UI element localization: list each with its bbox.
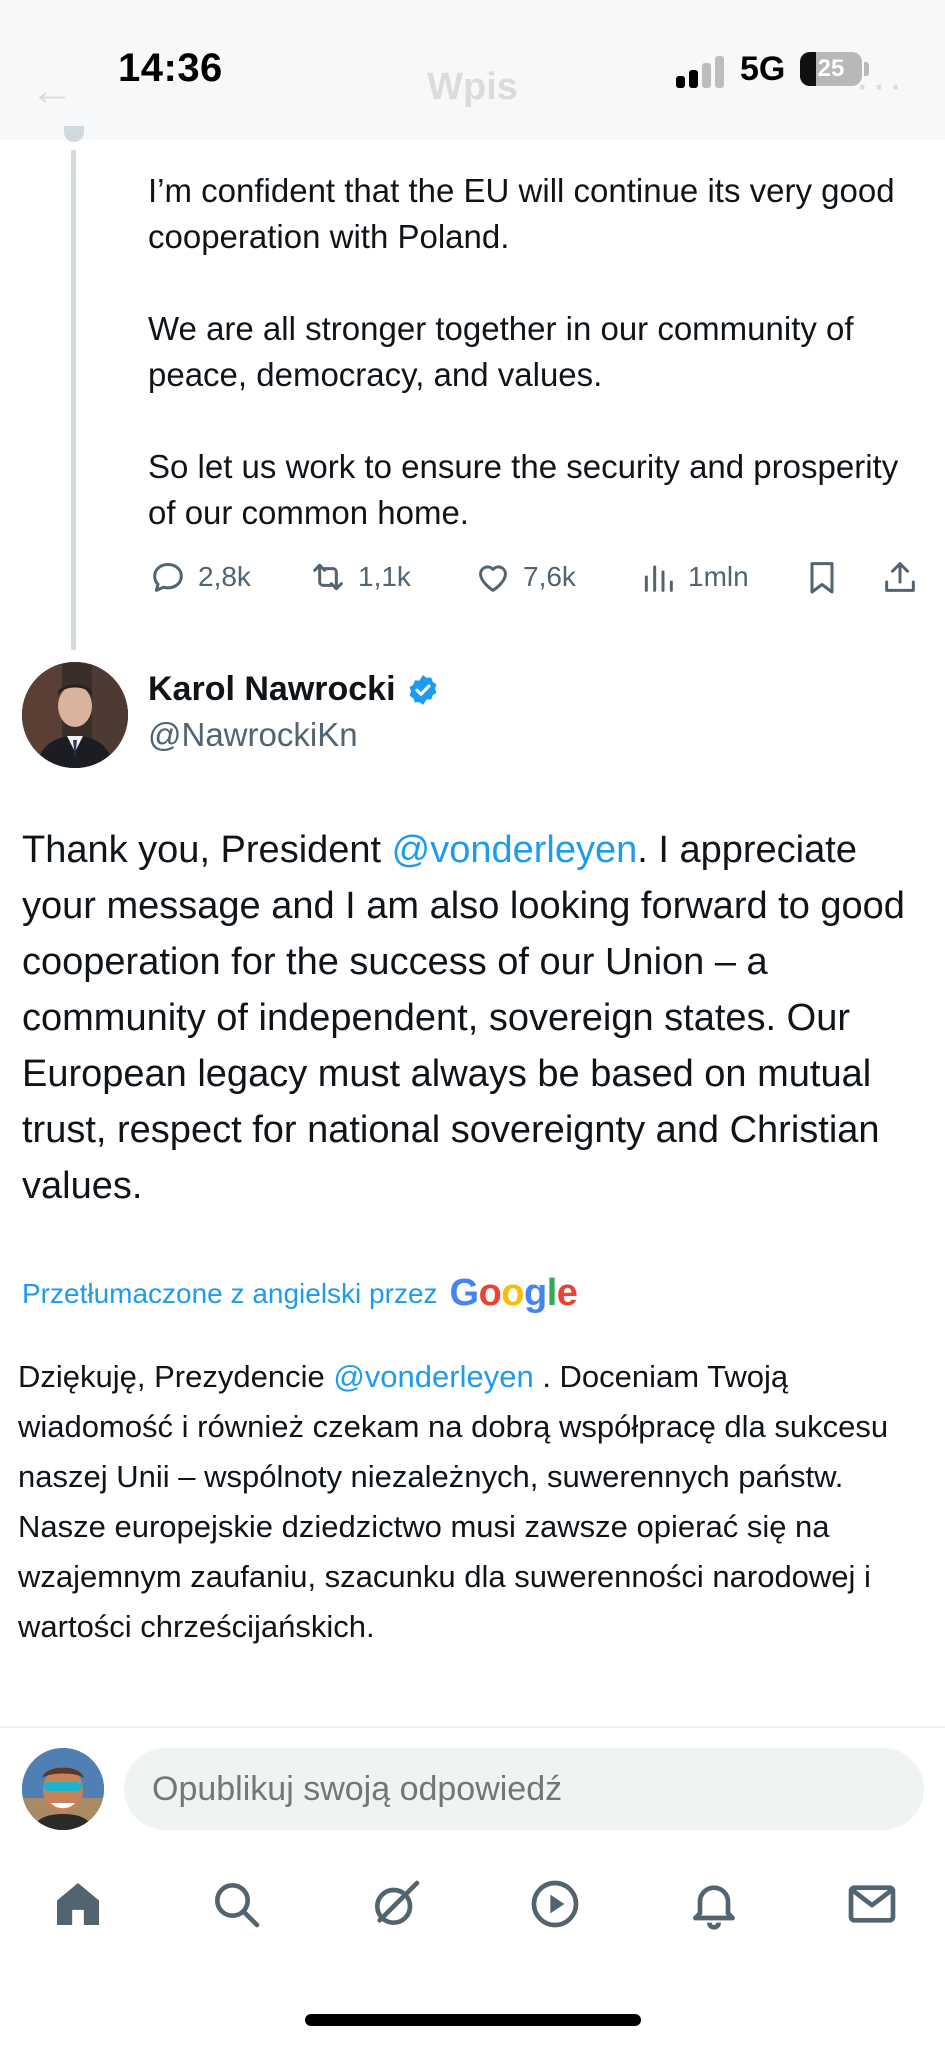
translated-text-part: . Doceniam Twoją wiadomość i również cze…: [18, 1359, 889, 1644]
tab-grok[interactable]: [366, 1874, 426, 1934]
network-label: 5G: [740, 50, 786, 88]
repost-icon: [313, 563, 343, 591]
home-indicator: [305, 2014, 641, 2026]
heart-icon: [479, 565, 507, 592]
translated-mention-link[interactable]: @vonderleyen: [333, 1359, 533, 1394]
tab-messages[interactable]: [842, 1874, 902, 1934]
like-count: 7,6k: [523, 561, 576, 592]
thread-line: [71, 150, 76, 650]
reply-button[interactable]: 2,8k: [148, 552, 251, 602]
translated-text-part: Dziękuję, Prezydencie: [18, 1359, 334, 1394]
author-name[interactable]: Karol Nawrocki: [148, 670, 440, 709]
status-bar: ← Wpis ··· 14:36 5G 25: [0, 0, 945, 140]
more-icon[interactable]: ···: [855, 60, 905, 110]
verified-badge-icon: [409, 674, 436, 705]
translated-text: Dziękuję, Prezydencie @vonderleyen . Doc…: [18, 1352, 923, 1652]
reply-icon: [153, 563, 183, 592]
tweet-text-part: Thank you, President: [22, 829, 392, 871]
repost-button[interactable]: 1,1k: [308, 552, 411, 602]
repost-count: 1,1k: [358, 561, 411, 592]
tab-notifications[interactable]: [684, 1874, 744, 1934]
tab-home[interactable]: [48, 1874, 108, 1934]
search-icon: [215, 1883, 260, 1928]
tweet-text-part: . I appreciate your message and I am als…: [22, 829, 905, 1207]
bookmark-icon: [810, 562, 834, 594]
share-icon: [885, 562, 915, 592]
tab-bar: [0, 1860, 945, 1950]
author-handle[interactable]: @NawrockiKn: [148, 716, 358, 754]
previous-tweet-paragraph: I’m confident that the EU will continue …: [148, 172, 895, 255]
tab-search[interactable]: [206, 1874, 266, 1934]
battery-tip: [864, 62, 869, 76]
previous-tweet-text: I’m confident that the EU will continue …: [148, 168, 928, 536]
grok-icon: [375, 1880, 420, 1925]
google-logo: Google: [449, 1272, 578, 1314]
divider: [0, 1726, 945, 1728]
bookmark-button[interactable]: [802, 552, 842, 602]
reply-input[interactable]: [124, 1748, 924, 1830]
previous-tweet-paragraph: So let us work to ensure the security an…: [148, 448, 899, 531]
translation-label: Przetłumaczone z angielski przez: [22, 1277, 438, 1309]
views-count: 1mln: [688, 561, 749, 592]
share-button[interactable]: [880, 552, 920, 602]
signal-icon: [676, 54, 728, 88]
status-time: 14:36: [118, 46, 223, 90]
user-avatar[interactable]: [22, 1748, 104, 1830]
messages-icon: [848, 1885, 896, 1923]
previous-tweet-actions: 2,8k 1,1k 7,6k 1mln: [148, 552, 928, 602]
tweet-text: Thank you, President @vonderleyen. I app…: [22, 822, 922, 1214]
reply-count: 2,8k: [198, 561, 251, 592]
previous-tweet-paragraph: We are all stronger together in our comm…: [148, 310, 854, 393]
home-icon: [57, 1883, 99, 1925]
views-button[interactable]: 1mln: [638, 552, 749, 602]
battery-level: 25: [817, 55, 845, 82]
tab-video[interactable]: [525, 1874, 585, 1934]
like-button[interactable]: 7,6k: [473, 552, 576, 602]
author-avatar[interactable]: [22, 662, 128, 768]
author-name-text: Karol Nawrocki: [148, 670, 396, 708]
notifications-icon: [693, 1885, 735, 1930]
translation-attribution[interactable]: Przetłumaczone z angielski przez Google: [22, 1272, 578, 1315]
battery-icon: 25: [800, 52, 862, 86]
video-icon: [531, 1880, 579, 1928]
mention-link[interactable]: @vonderleyen: [392, 829, 638, 871]
views-icon: [644, 565, 673, 592]
